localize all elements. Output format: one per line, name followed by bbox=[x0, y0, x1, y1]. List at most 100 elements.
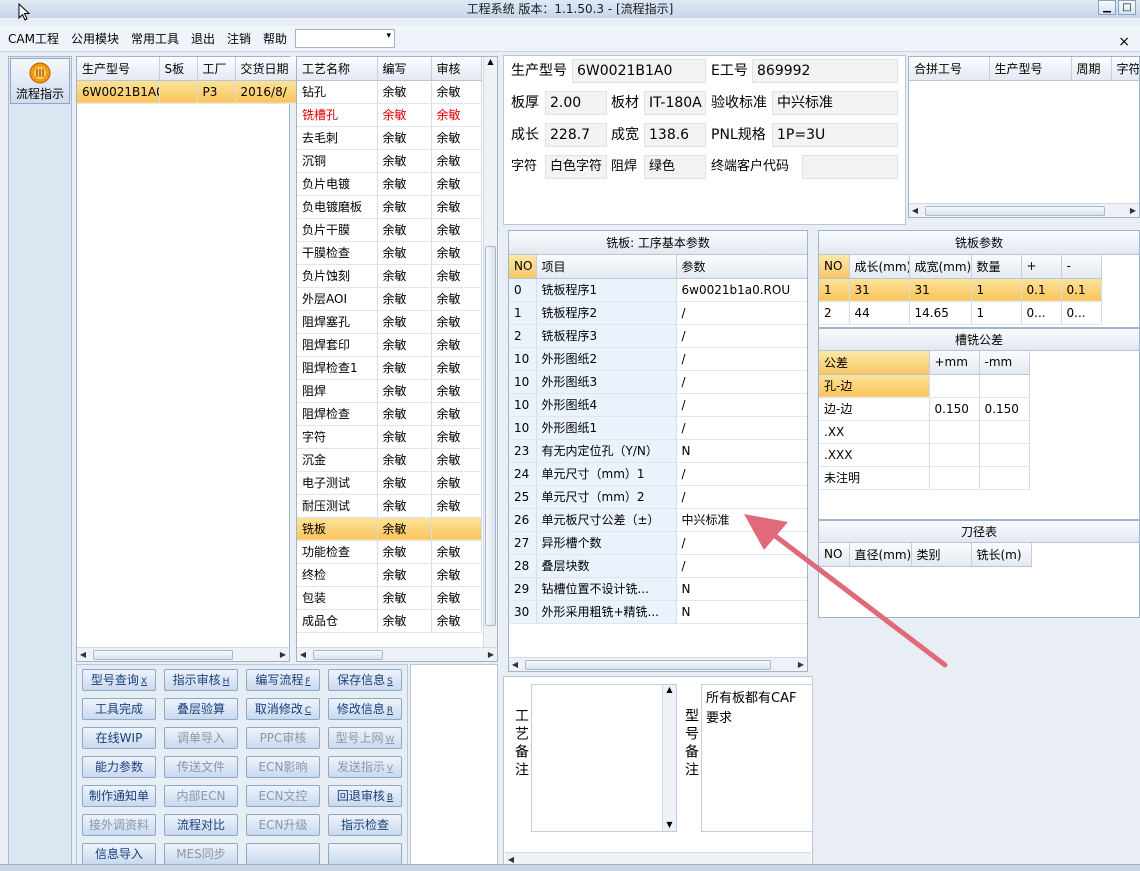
table-row[interactable]: 外层AOI 余敏 余敏 bbox=[297, 287, 482, 311]
close-icon[interactable]: × bbox=[1118, 34, 1130, 50]
column-header[interactable]: 字符 bbox=[1111, 57, 1139, 81]
scroll-right-icon[interactable]: ▶ bbox=[1127, 206, 1139, 215]
table-row[interactable]: 24 单元尺寸（mm）1/ bbox=[509, 462, 807, 486]
scroll-right-icon[interactable]: ▶ bbox=[277, 650, 289, 659]
action-button[interactable]: 编写流程 F bbox=[246, 669, 320, 691]
action-button[interactable]: 传送文件 bbox=[164, 756, 238, 778]
table-row[interactable]: 1 铣板程序2/ bbox=[509, 301, 807, 325]
column-header[interactable]: 合拼工号 bbox=[909, 57, 990, 81]
scroll-left-icon[interactable]: ◀ bbox=[505, 855, 517, 864]
table-row[interactable]: 负片干膜 余敏 余敏 bbox=[297, 218, 482, 242]
process-hscroll[interactable]: ◀ ▶ bbox=[297, 647, 497, 661]
column-header[interactable]: 工厂 bbox=[197, 57, 236, 81]
column-header[interactable]: 成长(mm) bbox=[849, 255, 910, 279]
action-button[interactable]: MES同步 bbox=[164, 843, 238, 865]
width-field[interactable]: 138.6 bbox=[644, 123, 706, 147]
length-field[interactable]: 228.7 bbox=[545, 123, 607, 147]
pnl-field[interactable]: 1P=3U bbox=[772, 123, 898, 147]
table-row[interactable]: 6W0021B1A0 P3 2016/8/ bbox=[77, 80, 308, 104]
action-button[interactable]: 回退审核 B bbox=[328, 785, 402, 807]
table-row[interactable]: 10 外形图纸2/ bbox=[509, 347, 807, 371]
column-header[interactable]: 参数 bbox=[676, 255, 807, 279]
menu-item[interactable]: 注销 bbox=[227, 30, 251, 47]
action-button[interactable]: 修改信息 R bbox=[328, 698, 402, 720]
table-row[interactable]: .XX bbox=[819, 420, 1030, 444]
table-row[interactable]: 阻焊检查1 余敏 余敏 bbox=[297, 356, 482, 380]
menu-item[interactable]: CAM工程 bbox=[8, 30, 59, 47]
table-row[interactable]: 0 铣板程序1 6w0021b1a0.ROU bbox=[509, 278, 807, 302]
action-button[interactable]: PPC审核 bbox=[246, 727, 320, 749]
action-button[interactable]: 指示审核 H bbox=[164, 669, 238, 691]
material-field[interactable]: IT-180A bbox=[644, 91, 706, 115]
column-header[interactable]: 铣长(m) bbox=[971, 543, 1032, 567]
table-row[interactable]: 23 有无内定位孔（Y/N） N bbox=[509, 439, 807, 463]
table-row[interactable]: 阻焊检查 余敏 余敏 bbox=[297, 402, 482, 426]
table-row[interactable]: 终检 余敏 余敏 bbox=[297, 563, 482, 587]
table-row[interactable]: 负片蚀刻 余敏 余敏 bbox=[297, 264, 482, 288]
action-button[interactable]: ECN影响 bbox=[246, 756, 320, 778]
scroll-up-icon[interactable]: ▲ bbox=[663, 685, 676, 694]
scroll-left-icon[interactable]: ◀ bbox=[909, 206, 921, 215]
action-button[interactable]: 叠层验算 bbox=[164, 698, 238, 720]
column-header[interactable]: 成宽(mm) bbox=[909, 255, 972, 279]
menu-item[interactable]: 帮助 bbox=[263, 30, 287, 47]
standard-field[interactable]: 中兴标准 bbox=[772, 91, 898, 115]
column-header[interactable]: NO bbox=[819, 255, 850, 279]
table-row[interactable]: 去毛刺 余敏 余敏 bbox=[297, 126, 482, 150]
sidebar-item-flow[interactable]: 流程指示 bbox=[10, 58, 70, 104]
column-header[interactable]: S板 bbox=[159, 57, 198, 81]
scroll-right-icon[interactable]: ▶ bbox=[485, 650, 497, 659]
menu-item[interactable]: 公用模块 bbox=[71, 30, 119, 47]
remarks-vscroll[interactable]: ▲ ▼ bbox=[662, 685, 676, 831]
table-row[interactable]: 沉金 余敏 余敏 bbox=[297, 448, 482, 472]
table-row[interactable]: 1 31 31 1 0.1 0.1 bbox=[819, 278, 1102, 302]
e-no-field[interactable]: 869992 bbox=[752, 59, 898, 83]
table-row[interactable]: 沉铜 余敏 余敏 bbox=[297, 149, 482, 173]
model-field[interactable]: 6W0021B1A0 bbox=[572, 59, 706, 83]
table-row[interactable]: 阻焊塞孔 余敏 余敏 bbox=[297, 310, 482, 334]
menu-item[interactable]: 退出 bbox=[191, 30, 215, 47]
table-row[interactable]: 功能检查 余敏 余敏 bbox=[297, 540, 482, 564]
scroll-up-icon[interactable]: ▲ bbox=[484, 57, 497, 66]
maximize-button[interactable]: □ bbox=[1118, 0, 1136, 15]
table-row[interactable]: 钻孔 余敏 余敏 bbox=[297, 80, 482, 104]
action-button[interactable]: 能力参数 bbox=[82, 756, 156, 778]
action-button[interactable]: 制作通知单 bbox=[82, 785, 156, 807]
action-button[interactable]: ECN升级 bbox=[246, 814, 320, 836]
table-row[interactable]: 10 外形图纸3/ bbox=[509, 370, 807, 394]
table-row[interactable]: 阻焊 余敏 余敏 bbox=[297, 379, 482, 403]
table-row[interactable]: 负电镀磨板 余敏 余敏 bbox=[297, 195, 482, 219]
table-row[interactable]: 负片电镀 余敏 余敏 bbox=[297, 172, 482, 196]
merge-hscroll[interactable]: ◀ ▶ bbox=[909, 203, 1139, 217]
table-row[interactable]: 成品仓 余敏 余敏 bbox=[297, 609, 482, 633]
table-row[interactable]: 孔-边 bbox=[819, 374, 1030, 398]
action-button[interactable]: 型号上网 W bbox=[328, 727, 402, 749]
column-header[interactable]: 周期 bbox=[1071, 57, 1112, 81]
model-remarks-textarea[interactable]: 所有板都有CAF要求 bbox=[701, 684, 813, 832]
table-row[interactable]: 25 单元尺寸（mm）2/ bbox=[509, 485, 807, 509]
action-button[interactable]: 保存信息 S bbox=[328, 669, 402, 691]
scroll-left-icon[interactable]: ◀ bbox=[509, 660, 521, 669]
table-row[interactable]: 包装 余敏 余敏 bbox=[297, 586, 482, 610]
table-row[interactable]: 干膜检查 余敏 余敏 bbox=[297, 241, 482, 265]
table-row[interactable]: 边-边 0.150 0.150 bbox=[819, 397, 1030, 421]
action-button[interactable]: 发送指示 V bbox=[328, 756, 402, 778]
action-button[interactable]: 调单导入 bbox=[164, 727, 238, 749]
column-header[interactable]: 项目 bbox=[536, 255, 677, 279]
thickness-field[interactable]: 2.00 bbox=[545, 91, 607, 115]
process-vscroll[interactable]: ▲ bbox=[483, 57, 497, 647]
scroll-left-icon[interactable]: ◀ bbox=[77, 650, 89, 659]
action-button[interactable] bbox=[246, 843, 320, 865]
table-row[interactable]: .XXX bbox=[819, 443, 1030, 467]
column-header[interactable]: 审核 bbox=[431, 57, 482, 81]
menu-combo[interactable]: ▾ bbox=[295, 29, 396, 48]
column-header[interactable]: 生产型号 bbox=[77, 57, 160, 81]
minimize-button[interactable]: ▁ bbox=[1098, 0, 1116, 15]
table-row[interactable]: 2 44 14.65 1 0... 0... bbox=[819, 301, 1102, 325]
table-row[interactable]: 铣板 余敏 bbox=[297, 517, 482, 541]
scroll-left-icon[interactable]: ◀ bbox=[297, 650, 309, 659]
mask-field[interactable]: 绿色 bbox=[644, 155, 706, 179]
table-row[interactable]: 2 铣板程序3/ bbox=[509, 324, 807, 348]
action-button[interactable]: ECN文控 bbox=[246, 785, 320, 807]
column-header[interactable]: NO bbox=[509, 255, 537, 279]
